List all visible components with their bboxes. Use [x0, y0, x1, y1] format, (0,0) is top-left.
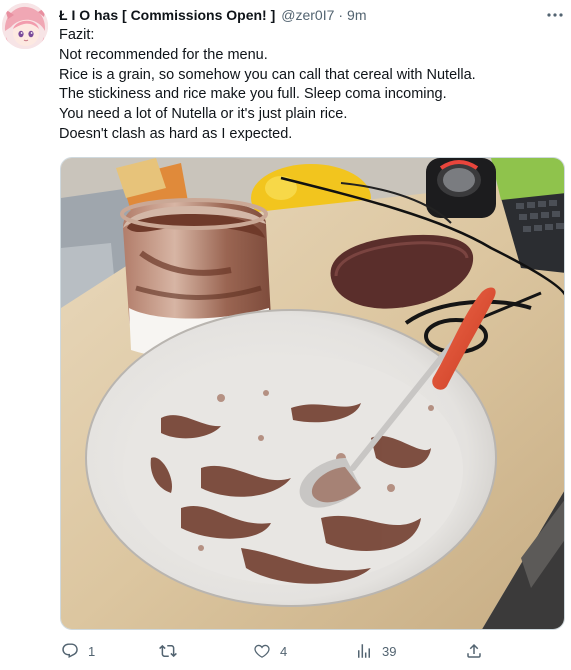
tweet-text-line: The stickiness and rice make you full. S…: [59, 86, 447, 103]
repost-button[interactable]: [158, 636, 186, 666]
tweet-text: Fazit: Not recommended for the menu. Ric…: [59, 26, 559, 145]
tweet-text-line: Rice is a grain, so somehow you can call…: [59, 66, 476, 83]
display-name[interactable]: Ł I O has [ Commissions Open! ]: [59, 6, 275, 24]
action-bar: 1 4 39: [60, 636, 565, 666]
heart-icon: [252, 641, 272, 661]
avatar[interactable]: [2, 3, 48, 49]
share-button[interactable]: [464, 636, 484, 666]
like-count: 4: [280, 643, 288, 659]
tweet-text-line: Fazit:: [59, 27, 95, 43]
repost-icon: [158, 641, 178, 661]
views-icon: [354, 641, 374, 661]
views-button[interactable]: 39: [354, 636, 396, 666]
reply-button[interactable]: 1: [60, 636, 95, 666]
tweet-text-line: Not recommended for the menu.: [59, 46, 268, 63]
tweet-text-line: You need a lot of Nutella or it's just p…: [59, 106, 348, 123]
share-icon: [464, 641, 484, 661]
tweet-header: Ł I O has [ Commissions Open! ] @zer0I7 …: [59, 6, 367, 24]
views-count: 39: [382, 643, 397, 659]
separator-dot: ·: [338, 7, 344, 23]
tweet-text-line: Doesn't clash as hard as I expected.: [59, 125, 293, 142]
more-horizontal-icon[interactable]: [544, 6, 566, 24]
tweet-photo[interactable]: lla: [60, 157, 565, 630]
reply-count: 1: [88, 643, 96, 659]
timestamp[interactable]: 9m: [347, 6, 366, 24]
user-handle[interactable]: @zer0I7: [281, 6, 334, 24]
reply-icon: [60, 641, 80, 661]
tweet: Ł I O has [ Commissions Open! ] @zer0I7 …: [0, 0, 571, 670]
like-button[interactable]: 4: [252, 636, 287, 666]
